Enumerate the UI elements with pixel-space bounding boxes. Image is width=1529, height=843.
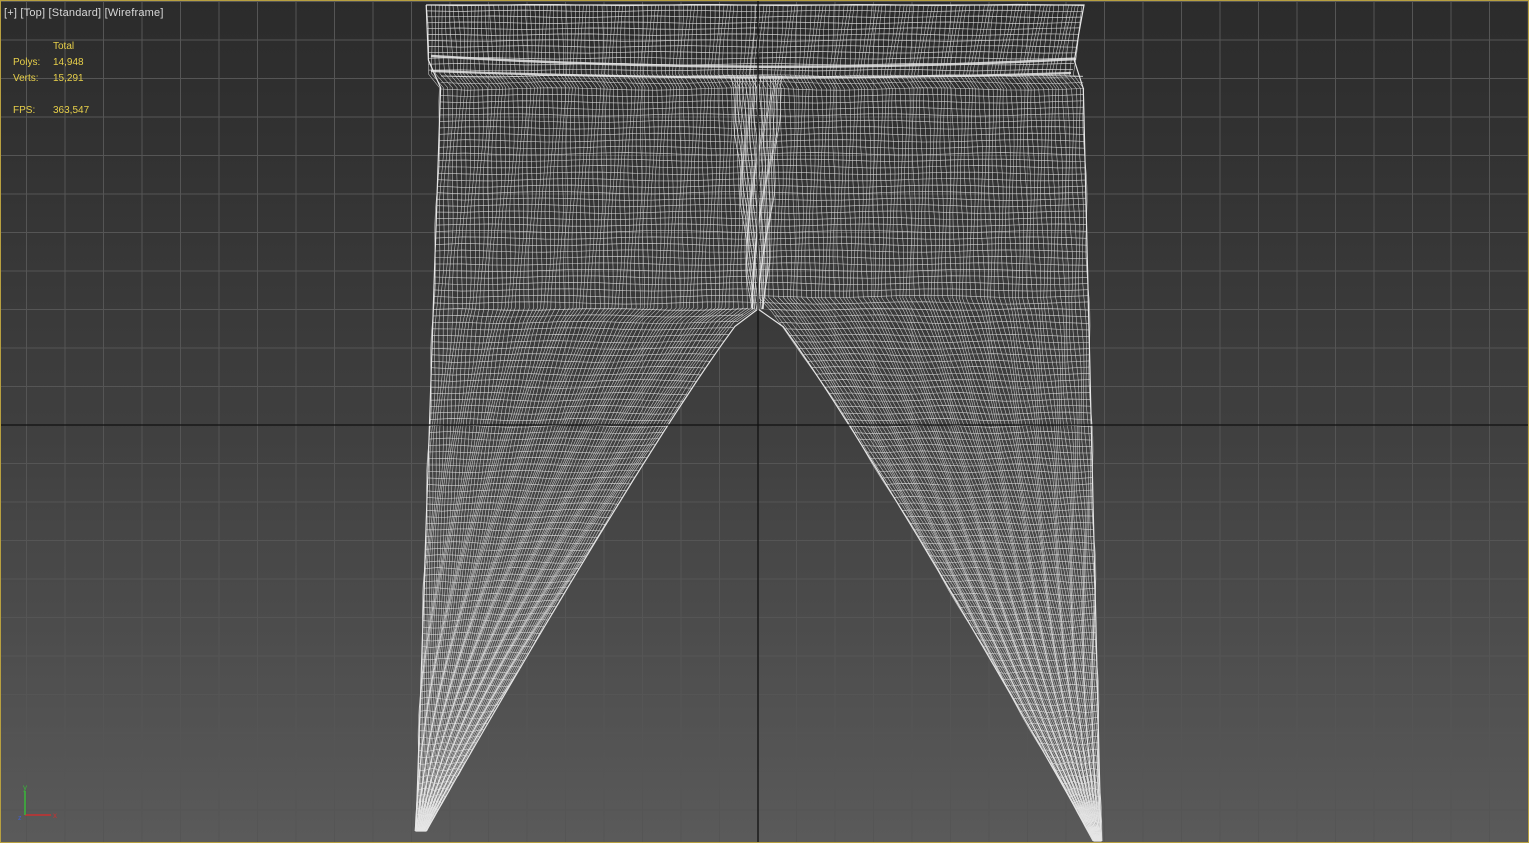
tripod-z-label: z — [18, 815, 22, 822]
axis-tripod-icon: x y z — [18, 783, 57, 822]
mesh-edge — [914, 4, 1097, 842]
polys-label: Polys: — [13, 57, 41, 68]
mesh-edge — [966, 4, 1099, 842]
mesh-edge — [432, 327, 734, 331]
mesh-edge — [432, 333, 729, 337]
mesh-edge — [432, 320, 738, 324]
mesh-edge — [867, 4, 1097, 842]
mesh-edge — [428, 463, 643, 467]
mesh-edge — [440, 87, 1084, 91]
mesh-edge — [416, 4, 476, 832]
mesh-edge — [917, 534, 1094, 538]
mesh-edge — [427, 27, 1080, 30]
mesh-edge — [433, 288, 1089, 292]
top-viewport[interactable]: [+] [Top] [Standard] [Wireframe] Total P… — [0, 0, 1529, 843]
polys-value: 14,948 — [53, 57, 84, 68]
mesh-edge — [422, 4, 647, 832]
mesh-edge — [812, 4, 1096, 842]
mesh-edge — [841, 411, 1091, 415]
mesh-edge — [837, 405, 1091, 409]
tripod-x-label: x — [53, 811, 57, 820]
verts-label: Verts: — [13, 73, 39, 84]
mesh-edge — [789, 4, 1096, 842]
mesh-edge — [426, 9, 1083, 13]
viewport-point-of-view-menu[interactable]: [Top] — [20, 7, 45, 19]
verts-value: 15,291 — [53, 73, 84, 84]
mesh-edge — [771, 4, 1096, 842]
mesh-edge — [430, 398, 685, 402]
fps-value: 363,547 — [53, 105, 90, 116]
mesh-edge — [417, 4, 519, 832]
mesh-edge — [433, 314, 744, 318]
mesh-edge — [882, 476, 1093, 480]
mesh-edge — [816, 372, 1091, 376]
viewport-plus-menu[interactable]: [+] — [4, 7, 17, 19]
viewport-display-mode-menu[interactable]: [Wireframe] — [105, 7, 164, 19]
mesh-edge — [428, 51, 1076, 54]
mesh-edge — [762, 4, 1096, 842]
tripod-y-label: y — [23, 783, 27, 792]
viewport-shading-standard-menu[interactable]: [Standard] — [49, 7, 102, 19]
mesh-edge — [416, 4, 515, 832]
mesh-edge — [1041, 4, 1102, 842]
mesh-edge — [428, 457, 647, 460]
mesh-edge — [432, 340, 724, 344]
stats-header: Total — [53, 41, 75, 52]
mesh-edge — [418, 4, 554, 832]
viewport-label-menu: [+] [Top] [Standard] [Wireframe] — [4, 7, 164, 19]
mesh-edge — [427, 33, 1079, 36]
mesh-edge — [899, 4, 1099, 842]
mesh-edge — [422, 4, 643, 832]
mesh-edge — [429, 411, 676, 415]
mesh-edge — [426, 21, 1081, 24]
fps-label: FPS: — [13, 105, 36, 116]
mesh-edge — [421, 4, 651, 832]
mesh-edge — [911, 4, 1098, 842]
mesh-edge — [820, 379, 1091, 383]
mesh-edge — [429, 418, 672, 422]
mesh-edge — [426, 528, 603, 532]
scene-statistics: Total Polys: 14,948 Verts: 15,291 FPS: 363,… — [13, 39, 113, 119]
mesh-edge — [426, 15, 1082, 18]
viewport-canvas[interactable] — [1, 1, 1529, 843]
mesh-edge — [433, 294, 1089, 298]
mesh-edge — [794, 4, 1097, 842]
mesh-edge — [428, 68, 1073, 72]
mesh-edge — [421, 664, 522, 668]
mesh-edge — [437, 165, 1086, 169]
